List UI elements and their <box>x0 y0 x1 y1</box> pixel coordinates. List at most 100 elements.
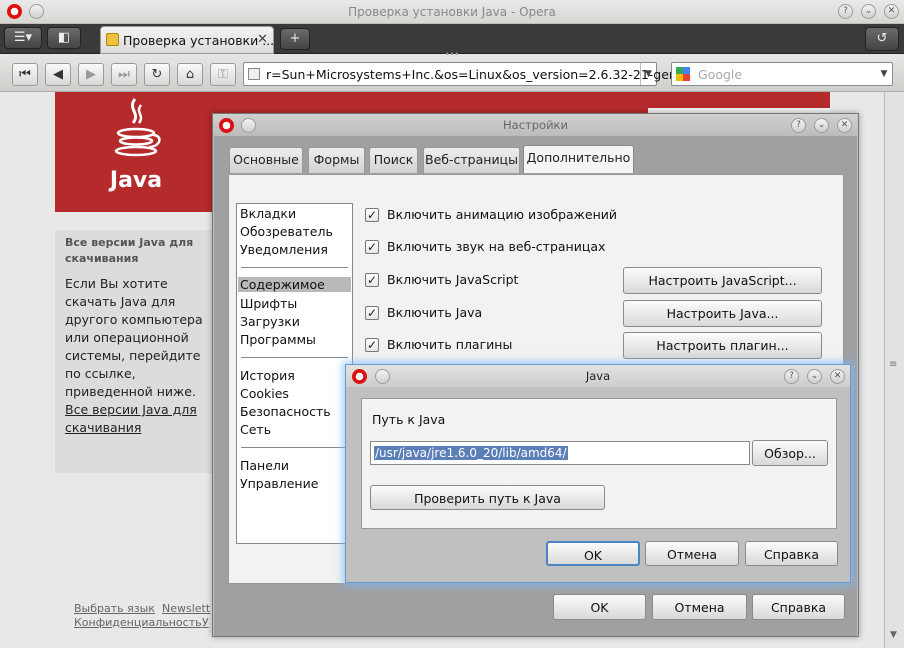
settings-cancel-button[interactable]: Отмена <box>652 594 747 620</box>
minimize-icon[interactable]: ⌄ <box>861 4 876 19</box>
fast-forward-icon[interactable]: ⏭ <box>111 63 137 86</box>
category-cookies[interactable]: Cookies <box>240 386 289 401</box>
category-security[interactable]: Безопасность <box>240 404 331 419</box>
footer-more-link[interactable]: У <box>202 616 209 629</box>
home-icon[interactable]: ⌂ <box>177 63 203 86</box>
settings-help-button[interactable]: Справка <box>752 594 845 620</box>
java-dialog-close-icon[interactable]: ✕ <box>830 369 845 384</box>
tab-forms[interactable]: Формы <box>308 147 365 173</box>
java-path-input[interactable]: /usr/java/jre1.6.0_20/lib/amd64/ <box>370 441 750 465</box>
java-path-label: Путь к Java <box>372 412 446 427</box>
tab-active[interactable]: Проверка установки ... ✕ <box>100 26 274 54</box>
page-scrollbar[interactable]: ≡ ▼ <box>884 92 904 648</box>
configure-plugins-button[interactable]: Настроить плагин... <box>623 332 822 359</box>
category-notifications[interactable]: Уведомления <box>240 242 328 257</box>
sound-label: Включить звук на веб-страницах <box>387 239 606 254</box>
scroll-down-icon[interactable]: ▼ <box>890 630 897 640</box>
category-separator <box>241 267 348 268</box>
configure-java-button[interactable]: Настроить Java... <box>623 300 822 327</box>
sidebar-paragraph: Если Вы хотите скачать Java для другого … <box>65 276 203 399</box>
menu-button[interactable]: ☰▾ <box>4 27 42 49</box>
java-cup-icon <box>114 98 161 157</box>
back-icon[interactable]: ◀ <box>45 63 71 86</box>
category-content[interactable]: Содержимое <box>238 277 351 292</box>
grip-icon[interactable]: ••• <box>445 50 459 59</box>
tab-advanced[interactable]: Дополнительно <box>523 145 634 173</box>
configure-javascript-button[interactable]: Настроить JavaScript... <box>623 267 822 294</box>
search-input[interactable]: Google <box>698 67 742 82</box>
category-history[interactable]: История <box>240 368 295 383</box>
tab-search[interactable]: Поиск <box>369 147 418 173</box>
category-programs[interactable]: Программы <box>240 332 316 347</box>
tab-title: Проверка установки ... <box>123 33 275 48</box>
java-path-value: /usr/java/jre1.6.0_20/lib/amd64/ <box>374 446 568 460</box>
closed-tabs-icon[interactable]: ↺ <box>865 27 899 51</box>
address-bar[interactable]: r=Sun+Microsystems+Inc.&os=Linux&os_vers… <box>243 62 700 86</box>
forward-icon[interactable]: ▶ <box>78 63 104 86</box>
java-dialog-help-icon[interactable]: ? <box>784 369 799 384</box>
search-dropdown-icon[interactable]: ▼ <box>876 63 892 85</box>
animation-label: Включить анимацию изображений <box>387 207 618 222</box>
category-management[interactable]: Управление <box>240 476 318 491</box>
navigation-bar: ⏮ ◀ ▶ ⏭ ↻ ⌂ ⚿ r=Sun+Microsystems+Inc.&os… <box>0 54 904 92</box>
page-favicon-icon <box>106 33 119 46</box>
settings-minimize-icon[interactable]: ⌄ <box>814 118 829 133</box>
close-icon[interactable]: ✕ <box>884 4 899 19</box>
new-tab-button[interactable]: + <box>280 28 310 50</box>
javascript-label: Включить JavaScript <box>387 272 519 287</box>
category-browser[interactable]: Обозреватель <box>240 224 333 239</box>
category-separator <box>241 447 348 448</box>
java-dialog-title: Java <box>585 369 611 383</box>
plugins-label: Включить плагины <box>387 337 513 352</box>
java-cancel-button[interactable]: Отмена <box>645 541 739 566</box>
javascript-checkbox[interactable]: ✓ <box>365 273 379 287</box>
window-title: Проверка установки Java - Opera <box>348 5 556 19</box>
search-bar[interactable]: Google ▼ <box>671 62 893 86</box>
footer-lang-link[interactable]: Выбрать язык <box>74 602 155 615</box>
category-fonts[interactable]: Шрифты <box>240 296 297 311</box>
tab-webpages[interactable]: Веб-страницы <box>423 147 520 173</box>
footer-news-link[interactable]: Newslett <box>162 602 210 615</box>
category-panels[interactable]: Панели <box>240 458 289 473</box>
category-downloads[interactable]: Загрузки <box>240 314 300 329</box>
panel-toggle-icon[interactable]: ◧ <box>47 27 81 49</box>
window-titlebar: Проверка установки Java - Opera ? ⌄ ✕ <box>0 0 904 24</box>
scroll-grip-icon[interactable]: ≡ <box>889 359 897 370</box>
category-network[interactable]: Сеть <box>240 422 271 437</box>
sidebar-box: Все версии Java для скачивания Если Вы х… <box>55 230 220 473</box>
settings-ok-button[interactable]: OK <box>553 594 646 620</box>
check-java-path-button[interactable]: Проверить путь к Java <box>370 485 605 510</box>
java-dialog-minimize-icon[interactable]: ⌄ <box>807 369 822 384</box>
plugins-checkbox[interactable]: ✓ <box>365 338 379 352</box>
reload-icon[interactable]: ↻ <box>144 63 170 86</box>
rewind-icon[interactable]: ⏮ <box>12 63 38 86</box>
settings-close-icon[interactable]: ✕ <box>837 118 852 133</box>
category-separator <box>241 357 348 358</box>
google-icon <box>676 67 690 81</box>
tab-basic[interactable]: Основные <box>229 147 303 173</box>
java-label: Включить Java <box>387 305 483 320</box>
tab-close-icon[interactable]: ✕ <box>257 32 268 47</box>
browse-button[interactable]: Обзор... <box>752 440 828 466</box>
sound-checkbox[interactable]: ✓ <box>365 240 379 254</box>
java-help-button[interactable]: Справка <box>745 541 838 566</box>
settings-help-icon[interactable]: ? <box>791 118 806 133</box>
footer-privacy-link[interactable]: Конфиденциальность <box>74 616 202 629</box>
java-dialog-titlebar: Java ? ⌄ ✕ <box>346 365 850 387</box>
settings-title: Настройки <box>503 118 568 132</box>
animation-checkbox[interactable]: ✓ <box>365 208 379 222</box>
key-icon[interactable]: ⚿ <box>210 63 236 86</box>
sidebar-text: Если Вы хотите скачать Java для другого … <box>65 275 215 437</box>
page-icon <box>248 68 260 80</box>
address-input[interactable]: r=Sun+Microsystems+Inc.&os=Linux&os_vers… <box>266 67 700 82</box>
help-icon[interactable]: ? <box>838 4 853 19</box>
java-checkbox[interactable]: ✓ <box>365 306 379 320</box>
category-list[interactable]: Вкладки Обозреватель Уведомления Содержи… <box>236 203 353 544</box>
java-ok-button[interactable]: OK <box>546 541 640 566</box>
sidebar-download-link[interactable]: Все версии Java для скачивания <box>65 401 215 437</box>
settings-titlebar: Настройки ? ⌄ ✕ <box>213 114 858 136</box>
category-tabs[interactable]: Вкладки <box>240 206 296 221</box>
sidebar-heading: Все версии Java для скачивания <box>65 236 194 265</box>
java-wordmark: Java <box>109 168 163 193</box>
address-dropdown-icon[interactable]: ▼ <box>640 63 656 85</box>
